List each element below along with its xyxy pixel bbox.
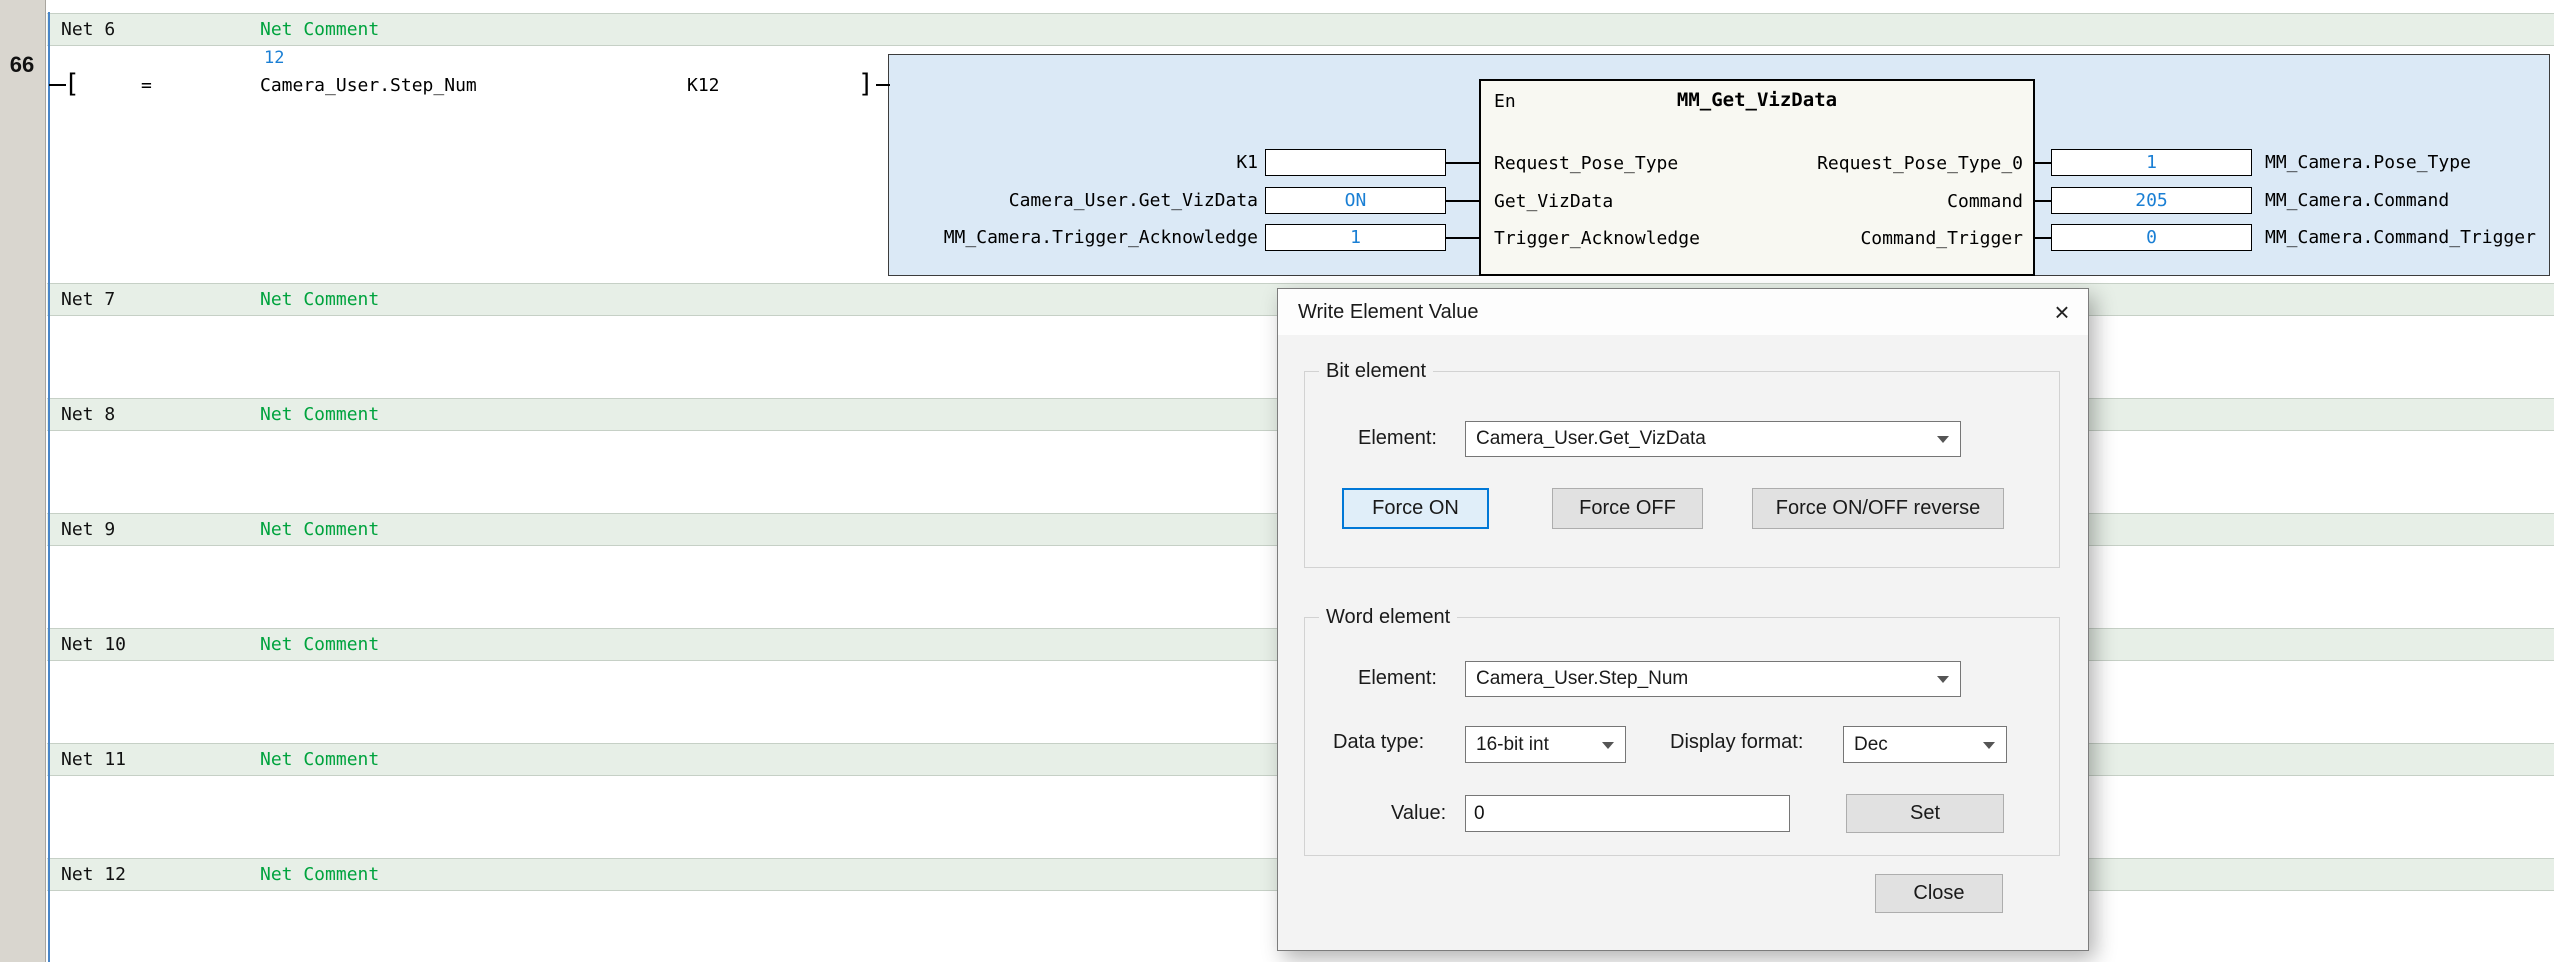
fb-output-value-box[interactable]: 205 <box>2051 187 2252 214</box>
fb-pin-label: Trigger_Acknowledge <box>1494 228 1700 249</box>
fb-output-operand[interactable]: MM_Camera.Command <box>2265 190 2449 211</box>
word-element-group: Word element Element: Camera_User.Step_N… <box>1304 617 2060 856</box>
net-label: Net 10 <box>61 634 260 655</box>
contact-monitor-value: 12 <box>264 48 284 68</box>
value-input[interactable] <box>1465 795 1790 832</box>
fb-output-operand[interactable]: MM_Camera.Pose_Type <box>2265 152 2471 173</box>
bit-element-label: Element: <box>1358 427 1437 450</box>
bit-element-selected-value: Camera_User.Get_VizData <box>1476 428 1706 450</box>
fb-output-operand[interactable]: MM_Camera.Command_Trigger <box>2265 227 2536 248</box>
fb-pin-label: Request_Pose_Type <box>1494 153 1678 174</box>
data-type-selected-value: 16-bit int <box>1476 734 1549 756</box>
net-comment[interactable]: Net Comment <box>260 19 379 40</box>
close-button[interactable]: Close <box>1875 874 2003 913</box>
fb-output-value-box[interactable]: 1 <box>2051 149 2252 176</box>
fb-pin-label: Get_VizData <box>1494 191 1613 212</box>
left-power-rail <box>48 12 50 962</box>
fb-pin-label: Command_Trigger <box>1860 228 2023 249</box>
output-wire <box>2035 237 2051 239</box>
output-wire <box>2035 162 2051 164</box>
display-format-selected-value: Dec <box>1854 734 1888 756</box>
net-label: Net 12 <box>61 864 260 885</box>
word-element-selected-value: Camera_User.Step_Num <box>1476 668 1688 690</box>
net-label: Net 11 <box>61 749 260 770</box>
input-wire <box>1446 200 1479 202</box>
contact-open-bracket[interactable]: [ <box>64 71 80 97</box>
force-on-button[interactable]: Force ON <box>1342 488 1489 529</box>
fb-input-operand[interactable]: MM_Camera.Trigger_Acknowledge <box>700 227 1258 248</box>
force-off-button[interactable]: Force OFF <box>1552 488 1703 529</box>
word-element-label: Element: <box>1358 667 1437 690</box>
ladder-editor-screen: 66 Net 6 Net Comment Net 7 Net Comment N… <box>0 0 2554 962</box>
net-label: Net 8 <box>61 404 260 425</box>
force-reverse-button[interactable]: Force ON/OFF reverse <box>1752 488 2004 529</box>
fb-input-operand[interactable]: K1 <box>700 152 1258 173</box>
net-comment[interactable]: Net Comment <box>260 404 379 425</box>
fb-input-value-box[interactable]: 1 <box>1265 224 1446 251</box>
contact-compare-operand[interactable]: K12 <box>687 75 720 96</box>
chevron-down-icon <box>1937 676 1949 683</box>
dialog-titlebar[interactable]: Write Element Value × <box>1278 289 2088 335</box>
fb-input-operand[interactable]: Camera_User.Get_VizData <box>700 190 1258 211</box>
bit-element-select[interactable]: Camera_User.Get_VizData <box>1465 421 1961 457</box>
output-wire <box>2035 200 2051 202</box>
set-button[interactable]: Set <box>1846 794 2004 833</box>
write-element-value-dialog: Write Element Value × Bit element Elemen… <box>1277 288 2089 951</box>
contact-operand[interactable]: Camera_User.Step_Num <box>260 75 477 96</box>
fb-pin-label: Request_Pose_Type_0 <box>1817 153 2023 174</box>
fb-title: MM_Get_VizData <box>1481 89 2033 111</box>
close-icon[interactable]: × <box>2036 289 2088 335</box>
bit-element-group-label: Bit element <box>1319 360 1433 383</box>
compare-operator[interactable]: = <box>141 75 152 96</box>
fb-output-value-box[interactable]: 0 <box>2051 224 2252 251</box>
word-element-select[interactable]: Camera_User.Step_Num <box>1465 661 1961 697</box>
net-header-6[interactable]: Net 6 Net Comment <box>47 13 2554 46</box>
net-label: Net 9 <box>61 519 260 540</box>
function-block-MM_Get_VizData[interactable]: En MM_Get_VizData Request_Pose_Type Get_… <box>1479 79 2035 276</box>
net-comment[interactable]: Net Comment <box>260 519 379 540</box>
fb-input-value-box[interactable] <box>1265 149 1446 176</box>
fb-input-value-box[interactable]: ON <box>1265 187 1446 214</box>
rung-number: 66 <box>0 52 44 78</box>
net-label: Net 6 <box>61 19 260 40</box>
net-label: Net 7 <box>61 289 260 310</box>
value-label: Value: <box>1391 802 1446 825</box>
data-type-select[interactable]: 16-bit int <box>1465 726 1626 763</box>
rung-number-gutter <box>0 0 46 962</box>
bit-element-group: Bit element Element: Camera_User.Get_Viz… <box>1304 371 2060 568</box>
chevron-down-icon <box>1602 742 1614 749</box>
dialog-title: Write Element Value <box>1298 301 2036 324</box>
net-comment[interactable]: Net Comment <box>260 634 379 655</box>
net-comment[interactable]: Net Comment <box>260 749 379 770</box>
net-comment[interactable]: Net Comment <box>260 289 379 310</box>
contact-close-bracket[interactable]: ] <box>858 71 874 97</box>
input-wire <box>1446 162 1479 164</box>
fb-pin-label: Command <box>1947 191 2023 212</box>
display-format-label: Display format: <box>1670 731 1803 754</box>
chevron-down-icon <box>1983 742 1995 749</box>
display-format-select[interactable]: Dec <box>1843 726 2007 763</box>
data-type-label: Data type: <box>1333 731 1424 754</box>
chevron-down-icon <box>1937 436 1949 443</box>
word-element-group-label: Word element <box>1319 606 1457 629</box>
net-comment[interactable]: Net Comment <box>260 864 379 885</box>
input-wire <box>1446 237 1479 239</box>
rung-wire <box>876 84 890 86</box>
